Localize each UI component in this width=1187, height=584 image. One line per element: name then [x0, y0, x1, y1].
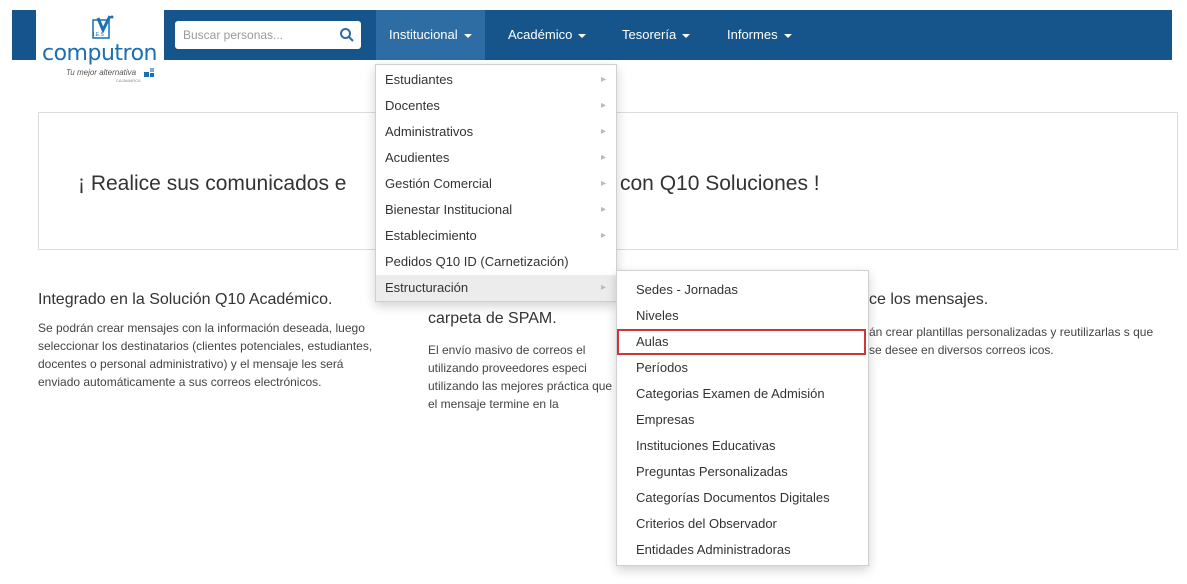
nav-informes[interactable]: Informes — [714, 10, 805, 60]
caret-down-icon — [578, 33, 587, 38]
feature-title-spam: carpeta de SPAM. — [428, 310, 557, 327]
submenu-item-sedes-jornadas[interactable]: Sedes - Jornadas — [617, 277, 868, 303]
menu-item-docentes[interactable]: Docentes ▸ — [376, 93, 616, 119]
menu-item-label: Bienestar Institucional — [385, 202, 513, 217]
feature-body-mensajes: án crear plantillas personalizadas y reu… — [869, 325, 1154, 357]
feature-title-integrado: Integrado en la Solución Q10 Académico. — [38, 291, 333, 308]
logo-brand-text: computron — [42, 41, 158, 66]
menu-item-label: Estudiantes — [385, 72, 453, 87]
menu-item-acudientes[interactable]: Acudientes ▸ — [376, 145, 616, 171]
institucional-dropdown-menu: Estudiantes ▸ Docentes ▸ Administrativos ▸ … — [375, 64, 617, 302]
submenu-item-niveles[interactable]: Niveles — [617, 303, 868, 329]
menu-item-bienestar-institucional[interactable]: Bienestar Institucional ▸ — [376, 197, 616, 223]
feature-body-spam: El envío masivo de correos el utilizando… — [428, 343, 613, 411]
menu-item-label: Establecimiento — [385, 228, 477, 243]
menu-item-label: Pedidos Q10 ID (Carnetización) — [385, 254, 569, 269]
banner-text-end: con Q10 Soluciones ! — [620, 172, 820, 195]
nav-label: Institucional — [389, 27, 458, 42]
logo[interactable]: I.E.S computron Tu mejor alternativa CAJ… — [36, 10, 164, 96]
chevron-right-icon: ▸ — [600, 126, 606, 137]
logo-tagline: Tu mejor alternativa — [66, 68, 137, 77]
nav-academico[interactable]: Académico — [495, 10, 599, 60]
chevron-right-icon: ▸ — [600, 230, 606, 241]
submenu-item-entidades-administradoras[interactable]: Entidades Administradoras — [617, 537, 868, 563]
nav-label: Informes — [727, 27, 778, 42]
banner-text-start: ¡ Realice sus comunicados e — [78, 172, 347, 195]
search-icon[interactable] — [339, 27, 355, 43]
chevron-right-icon: ▸ — [600, 152, 606, 163]
menu-item-estudiantes[interactable]: Estudiantes ▸ — [376, 67, 616, 93]
nav-label: Académico — [508, 27, 573, 42]
estructuracion-submenu: Sedes - Jornadas Niveles Aulas Períodos … — [616, 270, 869, 566]
caret-down-icon — [783, 33, 792, 38]
menu-item-label: Acudientes — [385, 150, 450, 165]
chevron-right-icon: ▸ — [600, 282, 606, 293]
nav-institucional[interactable]: Institucional — [376, 10, 485, 60]
menu-item-estructuracion[interactable]: Estructuración ▸ — [376, 275, 616, 301]
chevron-right-icon: ▸ — [600, 178, 606, 189]
chevron-right-icon: ▸ — [600, 100, 606, 111]
menu-item-label: Administrativos — [385, 124, 474, 139]
feature-body-integrado: Se podrán crear mensajes con la informac… — [38, 321, 373, 389]
menu-item-pedidos-q10-id[interactable]: Pedidos Q10 ID (Carnetización) — [376, 249, 616, 275]
submenu-item-aulas[interactable]: Aulas — [617, 329, 866, 355]
search-input[interactable] — [175, 21, 325, 49]
logo-squares-icon — [144, 68, 154, 77]
nav-tesoreria[interactable]: Tesorería — [609, 10, 703, 60]
submenu-item-periodos[interactable]: Períodos — [617, 355, 868, 381]
feature-title-mensajes: ce los mensajes. — [869, 291, 989, 308]
submenu-item-preguntas-personalizadas[interactable]: Preguntas Personalizadas — [617, 459, 868, 485]
search-box — [175, 21, 361, 49]
nav-label: Tesorería — [622, 27, 677, 42]
menu-item-establecimiento[interactable]: Establecimiento ▸ — [376, 223, 616, 249]
menu-item-administrativos[interactable]: Administrativos ▸ — [376, 119, 616, 145]
submenu-item-instituciones-educativas[interactable]: Instituciones Educativas — [617, 433, 868, 459]
submenu-item-categorias-examen-admision[interactable]: Categorias Examen de Admisión — [617, 381, 868, 407]
logo-sub-tagline: CAJAMARCA — [116, 78, 141, 83]
caret-down-icon — [682, 33, 691, 38]
submenu-item-empresas[interactable]: Empresas — [617, 407, 868, 433]
logo-mark-text: I.E.S — [93, 32, 104, 38]
menu-item-label: Docentes — [385, 98, 440, 113]
menu-item-gestion-comercial[interactable]: Gestión Comercial ▸ — [376, 171, 616, 197]
menu-item-label: Gestión Comercial — [385, 176, 492, 191]
menu-item-label: Estructuración — [385, 280, 469, 295]
chevron-right-icon: ▸ — [600, 204, 606, 215]
caret-down-icon — [463, 33, 472, 38]
submenu-item-categorias-documentos-digitales[interactable]: Categorías Documentos Digitales — [617, 485, 868, 511]
submenu-item-criterios-observador[interactable]: Criterios del Observador — [617, 511, 868, 537]
chevron-right-icon: ▸ — [600, 74, 606, 85]
